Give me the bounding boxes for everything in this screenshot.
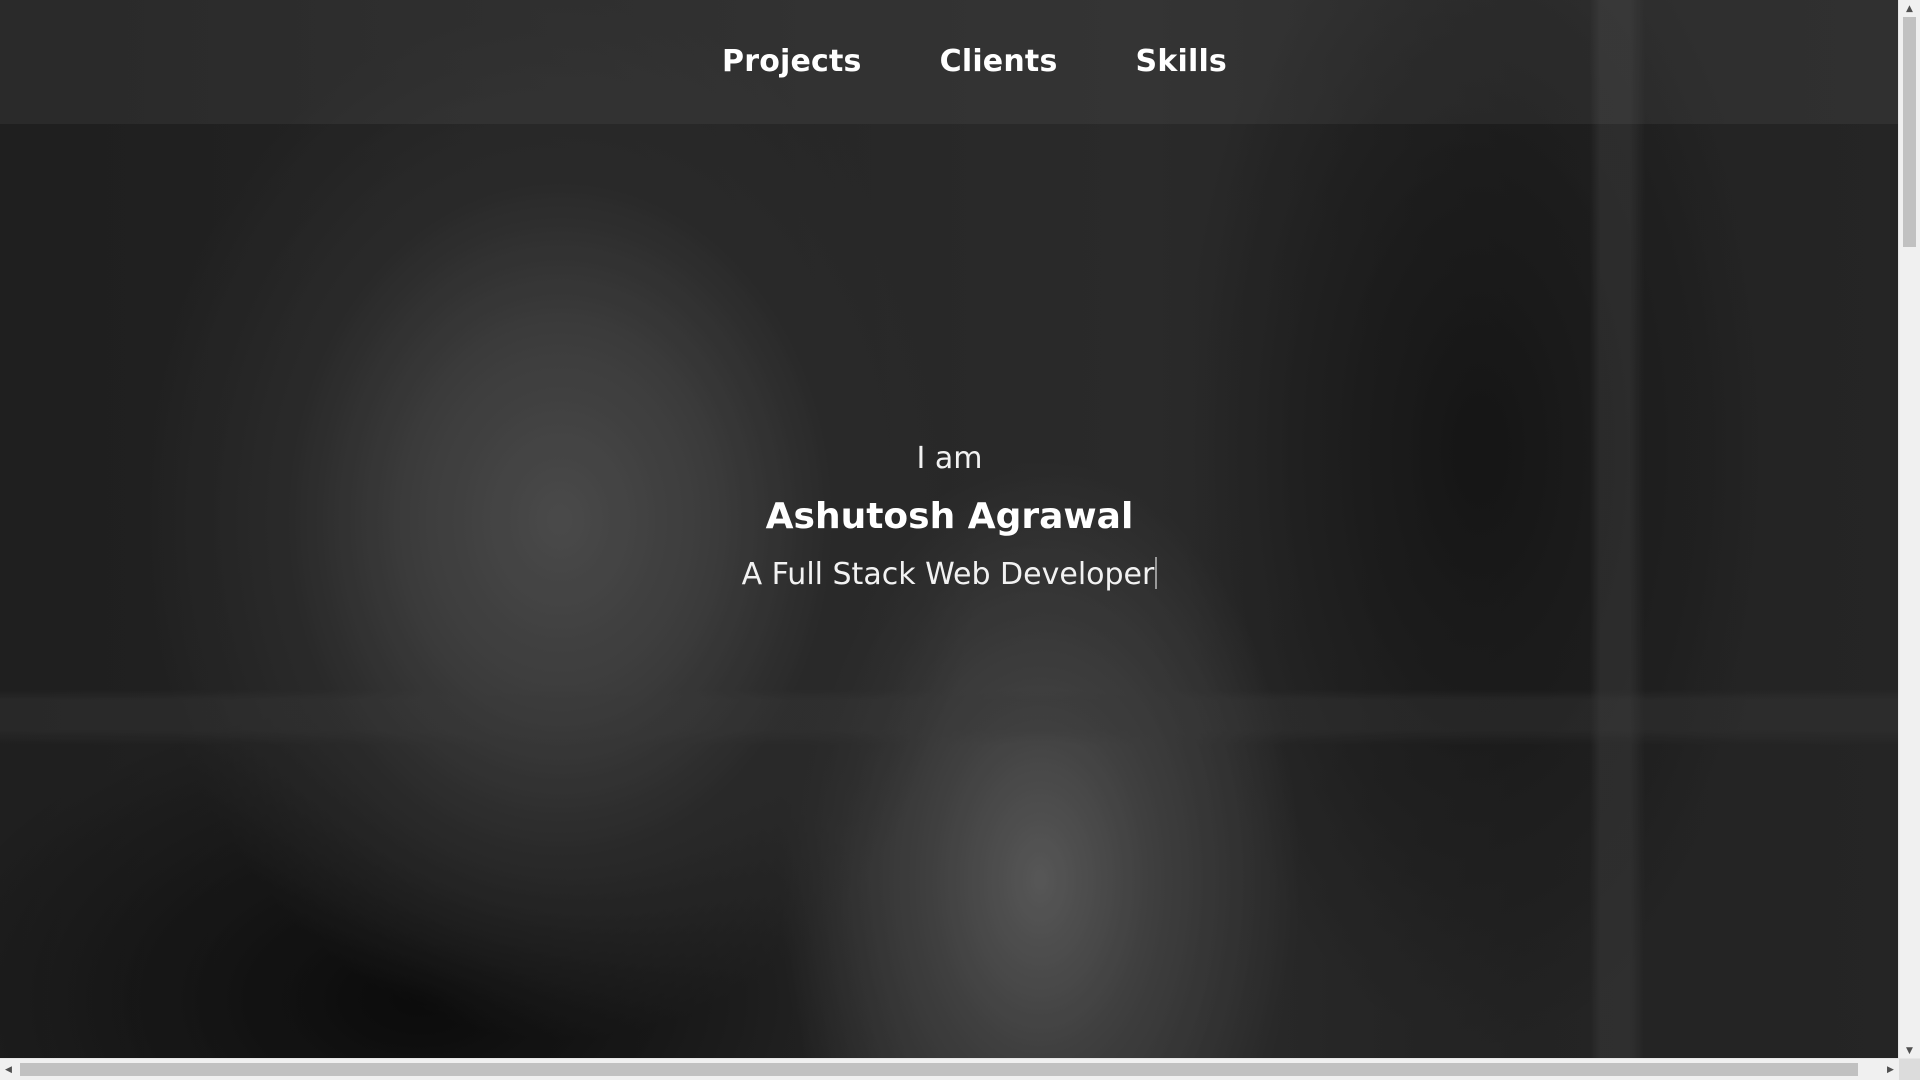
nav-link-projects[interactable]: Projects [722, 44, 862, 79]
hero-background: Projects Clients Skills I am Ashutosh Ag… [0, 0, 1899, 1059]
scroll-up-icon[interactable]: ▲ [1899, 0, 1920, 17]
hero-role-text: A Full Stack Web Developer [741, 557, 1155, 592]
hero-name-heading: Ashutosh Agrawal [765, 496, 1134, 537]
typing-cursor [1155, 557, 1158, 589]
horizontal-scrollbar[interactable]: ◀ ▶ [0, 1058, 1920, 1080]
nav-link-skills[interactable]: Skills [1136, 44, 1227, 79]
top-navbar: Projects Clients Skills [0, 0, 1899, 124]
hero-section: I am Ashutosh Agrawal A Full Stack Web D… [0, 430, 1899, 604]
scroll-down-icon[interactable]: ▼ [1899, 1042, 1920, 1059]
hero-intro-text: I am [916, 441, 983, 476]
scrollbar-corner [1899, 1059, 1920, 1080]
scroll-left-icon[interactable]: ◀ [0, 1059, 17, 1080]
nav-list: Projects Clients Skills [722, 44, 1227, 79]
nav-link-clients[interactable]: Clients [940, 44, 1058, 79]
scroll-right-icon[interactable]: ▶ [1882, 1059, 1899, 1080]
vertical-scrollbar[interactable]: ▲ ▼ [1898, 0, 1920, 1059]
horizontal-scroll-thumb[interactable] [20, 1063, 1858, 1076]
hero-role-line: A Full Stack Web Developer [0, 546, 1899, 604]
vertical-scroll-thumb[interactable] [1903, 17, 1916, 247]
